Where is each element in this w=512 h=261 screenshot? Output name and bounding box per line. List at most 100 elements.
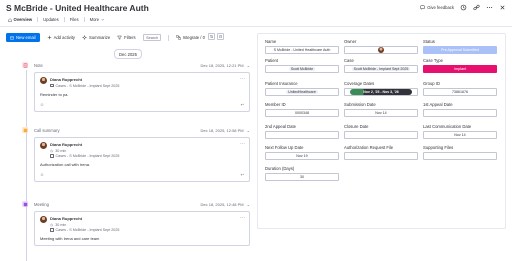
summarize-button[interactable]: Summarize (81, 35, 110, 40)
patient-chip[interactable]: Scott McBride (288, 67, 316, 71)
search-input[interactable]: Search (142, 34, 161, 41)
member-id-field[interactable]: 0000348 (265, 109, 339, 117)
activity-entry-call: Call summary Dec 18, 2025, 12:58 PM ⌄ ⋯ … (22, 126, 250, 182)
field-label: Group ID (423, 81, 440, 86)
related-item[interactable]: Cases - S McBride - Implant Sept 2025 (56, 228, 120, 232)
filters-label: Filters (124, 35, 136, 40)
activity-toolbar: New email Add activity Summarize Filters… (6, 33, 205, 42)
expand-icon[interactable]: ⌄ (247, 128, 250, 133)
activity-card[interactable]: ⋯ Diana Rupprecht Cases - S McBride - Im… (34, 72, 250, 112)
related-item[interactable]: Cases - S McBride - Implant Sept 2025 (56, 154, 120, 158)
tab-divider (83, 17, 85, 22)
field-label: Member ID (265, 102, 286, 107)
tab-more[interactable]: More (88, 16, 107, 23)
tab-files[interactable]: Files (68, 16, 81, 23)
reaction-icon[interactable]: ☺ (40, 102, 44, 107)
submission-date-field[interactable]: Nov 14 (344, 109, 418, 117)
field-closure-date: Closure Date (344, 124, 418, 139)
case-chip[interactable]: Scott McBride - Implant Sept 2025 (351, 67, 411, 71)
duration-days-field[interactable]: 30 (265, 173, 339, 181)
more-icon[interactable] (485, 3, 493, 11)
month-separator: Dec 2025 (114, 49, 142, 59)
mail-icon (10, 36, 14, 39)
activity-type: Note (34, 62, 43, 68)
related-item[interactable]: Cases - S McBride - Implant Sept 2025 (56, 84, 120, 88)
group-id-field[interactable]: 73861676 (423, 88, 497, 96)
next-follow-up-date-field[interactable]: Nov 19 (265, 152, 339, 160)
case-type-badge[interactable]: Implant (423, 65, 497, 73)
collapse-icon[interactable]: ⊟ (217, 33, 224, 40)
case-field[interactable]: Scott McBride - Implant Sept 2025 (344, 65, 418, 73)
activity-type: Meeting (34, 201, 49, 207)
activity-duration: 30 min (55, 148, 67, 153)
header-actions: Give feedback (420, 3, 506, 11)
more-icon[interactable]: ⋯ (240, 76, 245, 82)
tab-updates[interactable]: Updates (41, 16, 61, 23)
activity-timestamp: Dec 18, 2025, 12:21 PM (200, 62, 244, 68)
insurance-chip[interactable]: UnitedHealthcare (286, 90, 318, 94)
integration-icon (175, 35, 181, 40)
filters-button[interactable]: Filters (117, 35, 136, 40)
expand-icon[interactable]: ⌄ (247, 63, 250, 68)
more-icon[interactable]: ⋯ (240, 141, 245, 147)
field-label: Case Type (423, 58, 443, 63)
add-activity-label: Add activity (53, 35, 75, 40)
last-communication-date-field[interactable]: Nov 14 (423, 131, 497, 139)
reply-icon[interactable]: ↩ (241, 172, 244, 177)
call-icon (22, 127, 28, 133)
expand-icon[interactable]: ⌄ (247, 202, 250, 207)
reaction-icon[interactable]: ☺ (40, 172, 44, 177)
author-name: Diana Rupprecht (50, 77, 83, 82)
tab-more-label: More (89, 17, 100, 22)
avatar (40, 216, 47, 223)
reply-icon[interactable]: ↩ (241, 102, 244, 107)
activity-card[interactable]: ⋯ Diana Rupprecht ◷ 30 min Cases - S McBr… (34, 211, 250, 246)
authorization-request-file-field[interactable] (344, 152, 418, 160)
field-owner: Owner (344, 39, 418, 54)
field-label: 2nd Appeal Date (265, 124, 296, 129)
activity-timestamp: Dec 18, 2025, 12:58 PM (200, 127, 244, 133)
field-patient: Patient Scott McBride (265, 58, 339, 73)
field-name: Name S McBride - United Healthcare Auth (265, 39, 339, 54)
close-icon[interactable] (498, 3, 506, 11)
note-icon (22, 62, 28, 68)
insurance-field[interactable]: UnitedHealthcare (265, 88, 339, 96)
history-icon[interactable] (459, 3, 467, 11)
link-icon[interactable] (472, 3, 480, 11)
more-icon[interactable]: ⋯ (240, 215, 245, 221)
author-name: Diana Rupprecht (50, 216, 83, 221)
name-field[interactable]: S McBride - United Healthcare Auth (265, 46, 339, 54)
integrate-button[interactable]: Integrate / 0 (175, 35, 205, 40)
coverage-dates-field[interactable]: Nov 2, '25 - Nov 3, '26 (344, 88, 418, 96)
case-icon (50, 154, 54, 158)
avatar (40, 77, 47, 84)
home-icon (8, 17, 12, 22)
add-activity-button[interactable]: Add activity (47, 35, 75, 40)
status-badge[interactable]: Pre Approval Submitted (423, 46, 497, 54)
field-member-id: Member ID 0000348 (265, 102, 339, 117)
sort-icon[interactable]: ⇅ (208, 33, 215, 40)
field-coverage-dates: Coverage Dates Nov 2, '25 - Nov 3, '26 (344, 81, 418, 96)
closure-date-field[interactable] (344, 131, 418, 139)
activity-body: Authorization call with Irena. (40, 162, 91, 167)
timeline-chip[interactable]: Nov 2, '25 - Nov 3, '26 (350, 89, 412, 95)
owner-field[interactable] (344, 46, 418, 54)
field-label: Closure Date (344, 124, 369, 129)
activity-card[interactable]: ⋯ Diana Rupprecht ◷ 30 min Cases - S McBr… (34, 137, 250, 182)
tab-overview[interactable]: Overview (6, 16, 34, 23)
activity-time: Dec 18, 2025, 12:48 PM ⌄ (201, 202, 251, 207)
first-appeal-date-field[interactable] (423, 109, 497, 117)
tab-underline (0, 26, 512, 27)
field-duration-days: Duration (Days) 30 (265, 166, 339, 181)
second-appeal-date-field[interactable] (265, 131, 339, 139)
field-label: Duration (Days) (265, 166, 295, 171)
tab-overview-label: Overview (13, 17, 33, 22)
give-feedback-label: Give feedback (427, 4, 454, 10)
new-email-button[interactable]: New email (6, 33, 40, 42)
activity-body: Reminder to pa. (40, 91, 69, 97)
activity-body: Meeting with Irena and care team (40, 236, 100, 241)
patient-field[interactable]: Scott McBride (265, 65, 339, 73)
activity-entry-note: Note Dec 18, 2025, 12:21 PM ⌄ ⋯ Diana Ru… (22, 61, 250, 112)
supporting-files-field[interactable] (423, 152, 497, 160)
give-feedback-button[interactable]: Give feedback (420, 5, 454, 10)
